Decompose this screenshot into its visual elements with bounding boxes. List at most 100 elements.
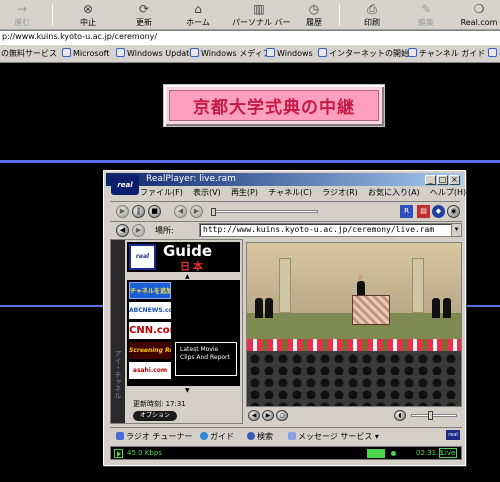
video-zoom-button[interactable]: ○ — [276, 410, 288, 421]
channel-icon[interactable]: ▤ — [417, 205, 430, 218]
scroll-down-icon[interactable]: ▼ — [185, 387, 190, 394]
stop-playback-button[interactable]: ■ — [148, 205, 161, 218]
link-free-services[interactable]: の無料サービス — [1, 48, 57, 59]
live-badge: Live — [439, 448, 458, 458]
video-audience — [247, 351, 461, 406]
address-url[interactable]: p://www.kuins.kyoto-u.ac.jp/ceremony/ — [2, 32, 157, 41]
forward-button[interactable]: → 進む — [4, 1, 40, 29]
print-icon: ⎙ — [367, 2, 377, 16]
minimize-button[interactable]: _ — [425, 175, 436, 185]
home-button[interactable]: ⌂ ホーム — [180, 1, 216, 29]
playback-controls: ▶ ‖ ■ ◀ ▶ R ▤ ◆ ◉ — [110, 201, 460, 219]
realplayer-status-bar: 45.0 Kbps 02:31.5 Live — [110, 446, 462, 460]
link-microsoft[interactable]: Microsoft — [62, 48, 109, 58]
divider-line — [0, 160, 500, 163]
speaker-icon[interactable]: ◖ — [394, 410, 406, 421]
search-icon — [247, 432, 255, 440]
play-button[interactable]: ▶ — [116, 205, 129, 218]
volume-handle[interactable] — [428, 411, 433, 420]
chevron-down-icon[interactable]: ▼ — [451, 224, 461, 236]
favorite-icon[interactable]: ◆ — [432, 205, 445, 218]
link-windows[interactable]: Windows — [266, 48, 313, 58]
guide-side-strip[interactable]: アイ・チャネル — [111, 240, 125, 423]
location-back-button[interactable]: ◀ — [116, 224, 129, 237]
volume-slider[interactable] — [411, 411, 457, 420]
ie-link-icon — [408, 48, 417, 57]
toolbar-separator — [52, 4, 53, 26]
video-display[interactable] — [246, 242, 462, 407]
message-service-link[interactable]: メッセージ サービス ▾ — [288, 431, 379, 442]
globe-icon — [200, 432, 208, 440]
location-forward-button[interactable]: ▶ — [132, 224, 145, 237]
address-bar[interactable]: p://www.kuins.kyoto-u.ac.jp/ceremony/ — [0, 30, 500, 46]
guide-subtitle: 日本 — [180, 262, 206, 273]
guide-cnn[interactable]: CNN.com — [129, 322, 171, 339]
edit-button[interactable]: ✎ 編集 — [408, 1, 444, 29]
maximize-button[interactable]: □ — [437, 175, 448, 185]
scroll-up-icon[interactable]: ▲ — [185, 273, 190, 280]
ie-link-icon — [190, 48, 199, 57]
refresh-icon: ⟳ — [138, 2, 150, 16]
guide-channel-list: チャネルを追加する ABCNEWS.com CNN.com Screening … — [127, 280, 240, 386]
links-bar: の無料サービス Microsoft Windows Update Windows… — [0, 46, 500, 63]
seek-bar[interactable] — [211, 208, 318, 216]
menu-radio[interactable]: ラジオ(R) — [322, 187, 358, 198]
menu-favorites[interactable]: お気に入り(A) — [368, 187, 420, 198]
browser-icon[interactable]: ◉ — [447, 205, 460, 218]
real-com-icon: ❍ — [473, 2, 485, 16]
pause-button[interactable]: ‖ — [132, 205, 145, 218]
fast-forward-button[interactable]: ▶ — [190, 205, 203, 218]
realplayer-titlebar[interactable]: RealPlayer: live.ram _ □ × — [106, 173, 463, 186]
realplayer-window: RealPlayer: live.ram _ □ × real ファイル(F) 表示… — [103, 170, 466, 466]
video-figure — [265, 298, 273, 318]
real-logo-small-icon: real — [446, 430, 460, 440]
video-podium — [352, 295, 390, 325]
video-flowers — [247, 339, 461, 351]
video-wall-panel — [279, 258, 291, 313]
history-icon: ◷ — [308, 2, 320, 16]
toolbar-separator — [339, 4, 340, 26]
rewind-button[interactable]: ◀ — [174, 205, 187, 218]
location-input[interactable]: http://www.kuins.kyoto-u.ac.jp/ceremony/… — [199, 223, 462, 237]
realplayer-title: RealPlayer: live.ram — [146, 174, 236, 184]
link-internet-start[interactable]: インターネットの開始 — [318, 48, 409, 59]
stop-button[interactable]: ⊗ 中止 — [70, 1, 106, 29]
close-button[interactable]: × — [449, 175, 460, 185]
realplayer-logo: real — [111, 175, 139, 195]
link-channel-guide[interactable]: チャンネル ガイド — [408, 48, 485, 59]
location-bar: ◀ ▶ 場所: http://www.kuins.kyoto-u.ac.jp/c… — [110, 221, 462, 237]
ie-link-icon — [62, 48, 71, 57]
menu-view[interactable]: 表示(V) — [193, 187, 221, 198]
search-link[interactable]: 検索 — [247, 431, 273, 442]
video-next-button[interactable]: ▶ — [262, 410, 274, 421]
guide-link[interactable]: ガイド — [200, 431, 234, 442]
video-back-button[interactable]: ◀ — [248, 410, 260, 421]
menu-help[interactable]: ヘルプ(H) — [430, 187, 466, 198]
menu-channel[interactable]: チャネル(C) — [268, 187, 312, 198]
guide-abcnews[interactable]: ABCNEWS.com — [129, 302, 171, 319]
guide-header: real Guide 日本 — [127, 242, 240, 273]
ie-toolbar: → 進む ⊗ 中止 ⟳ 更新 ⌂ ホーム ▥ パーソナル バー ◷ 履歴 ⎙ 印… — [0, 0, 500, 30]
refresh-button[interactable]: ⟳ 更新 — [126, 1, 162, 29]
guide-asahi[interactable]: asahi.com — [129, 362, 171, 379]
guide-screening-room[interactable]: Screening Room — [129, 342, 171, 359]
menu-play[interactable]: 再生(P) — [231, 187, 258, 198]
link-truncated[interactable]: ベ — [488, 48, 500, 59]
real-pack-icon[interactable]: R — [400, 205, 413, 218]
signal-icon — [367, 449, 385, 458]
print-button[interactable]: ⎙ 印刷 — [354, 1, 390, 29]
seek-handle[interactable] — [211, 208, 216, 216]
message-icon — [288, 432, 296, 440]
personal-bar-button[interactable]: ▥ パーソナル バー — [232, 1, 291, 29]
history-button[interactable]: ◷ 履歴 — [296, 1, 332, 29]
guide-add-channel[interactable]: チャネルを追加する — [129, 282, 171, 299]
guide-options-button[interactable]: オプション — [133, 411, 177, 421]
menu-file[interactable]: ファイル(F) — [140, 187, 183, 198]
link-windows-media[interactable]: Windows メディア — [190, 48, 271, 59]
link-windows-update[interactable]: Windows Update — [116, 48, 194, 58]
home-icon: ⌂ — [194, 2, 202, 16]
guide-promo-text[interactable]: Latest Movie Clips And Report — [175, 342, 237, 376]
play-status-icon — [114, 449, 123, 458]
radio-tuner-link[interactable]: ラジオ チューナー — [116, 431, 192, 442]
real-com-button[interactable]: ❍ Real.com — [460, 1, 498, 29]
